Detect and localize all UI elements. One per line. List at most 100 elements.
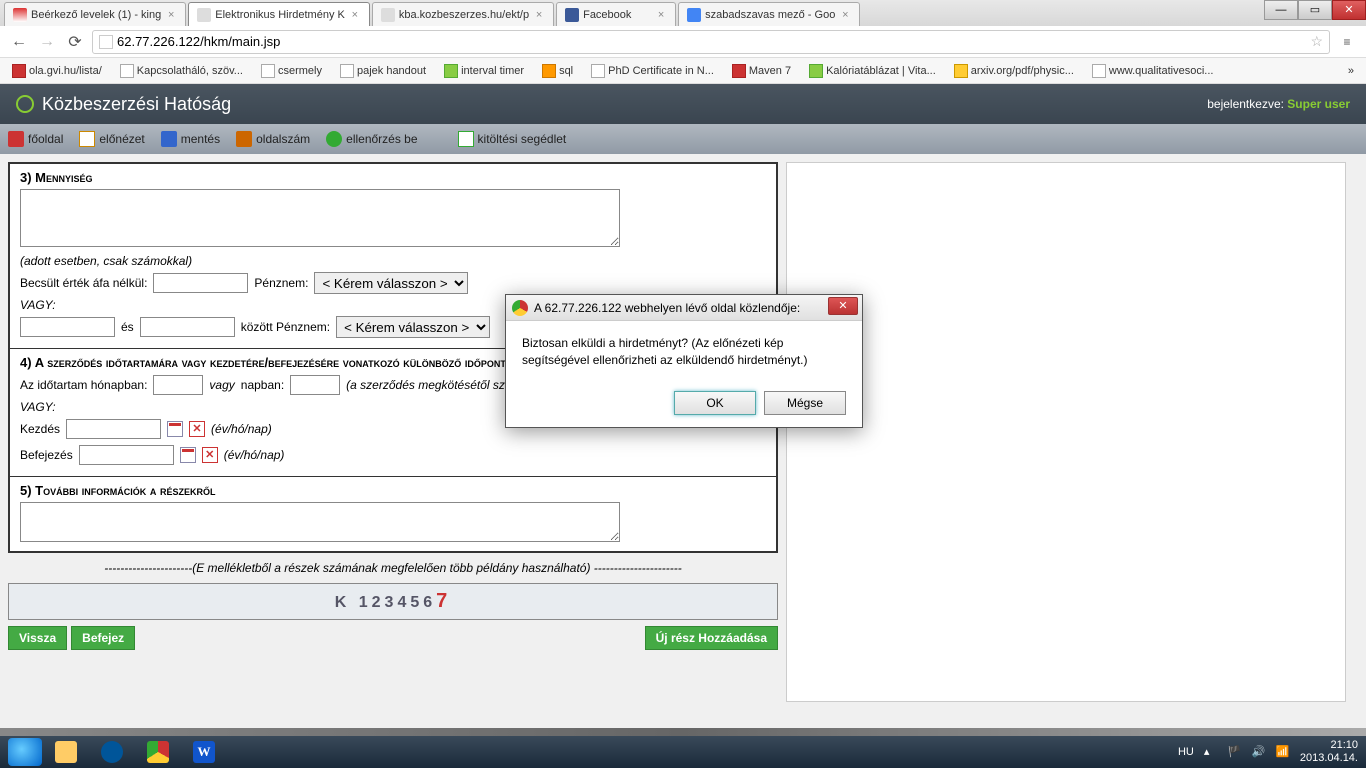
task-word[interactable]: W [182, 738, 226, 766]
bookmark-overflow[interactable]: » [1344, 63, 1358, 79]
bookmark-maven[interactable]: Maven 7 [728, 62, 795, 80]
range-from-input[interactable] [20, 317, 115, 337]
taskbar: W HU ▴ 🏴 🔊 📶 21:10 2013.04.14. [0, 736, 1366, 768]
est-value-input[interactable] [153, 273, 248, 293]
calendar-icon[interactable] [167, 421, 183, 437]
nav-bar: ← → ⟳ ☆ ≡ [0, 26, 1366, 58]
login-label: bejelentkezve: [1207, 97, 1284, 111]
pager-6[interactable]: 6 [423, 594, 436, 611]
footer-note-text: (E mellékletből a részek számának megfel… [192, 561, 590, 575]
bookmark-icon [261, 64, 275, 78]
tab-hirdetmeny[interactable]: Elektronikus Hirdetmény K × [188, 2, 370, 26]
bookmark-interval[interactable]: interval timer [440, 62, 528, 80]
tab-label: kba.kozbeszerzes.hu/ekt/p [399, 9, 529, 21]
tab-google[interactable]: szabadszavas mező - Goo× [678, 2, 860, 26]
back-button[interactable]: ← [8, 31, 30, 53]
app-toolbar: főoldal előnézet mentés oldalszám ellenő… [0, 124, 1366, 154]
menu-icon[interactable]: ≡ [1336, 31, 1358, 53]
task-chrome[interactable] [136, 738, 180, 766]
bookmark-qualitative[interactable]: www.qualitativesoci... [1088, 62, 1218, 80]
bookmark-phd[interactable]: PhD Certificate in N... [587, 62, 718, 80]
end-date-input[interactable] [79, 445, 174, 465]
pager-5[interactable]: 5 [410, 594, 423, 611]
bittorrent-icon [101, 741, 123, 763]
close-icon[interactable]: × [165, 9, 177, 21]
volume-icon[interactable]: 🔊 [1252, 745, 1266, 759]
maximize-button[interactable]: ▭ [1298, 0, 1332, 20]
toolbar-page[interactable]: oldalszám [236, 131, 310, 147]
explorer-icon [55, 741, 77, 763]
pager-4[interactable]: 4 [397, 594, 410, 611]
range-to-input[interactable] [140, 317, 235, 337]
bookmark-csermely[interactable]: csermely [257, 62, 326, 80]
close-window-button[interactable]: ✕ [1332, 0, 1366, 20]
tray-chevron-icon[interactable]: ▴ [1204, 745, 1218, 759]
bookmark-label: interval timer [461, 65, 524, 77]
bookmark-pajek[interactable]: pajek handout [336, 62, 430, 80]
toolbar-preview[interactable]: előnézet [79, 131, 144, 147]
quantity-textarea[interactable] [20, 189, 620, 247]
dialog-titlebar: A 62.77.226.122 webhelyen lévő oldal köz… [506, 295, 862, 321]
pager-3[interactable]: 3 [385, 594, 398, 611]
close-icon[interactable]: × [533, 9, 545, 21]
start-button[interactable] [8, 738, 42, 766]
bookmark-kapcsolathalo[interactable]: Kapcsolatháló, szöv... [116, 62, 247, 80]
toolbar-check[interactable]: ellenőrzés be [326, 131, 417, 147]
bookmark-ola[interactable]: ola.gvi.hu/lista/ [8, 62, 106, 80]
task-explorer[interactable] [44, 738, 88, 766]
bookmark-sql[interactable]: sql [538, 62, 577, 80]
url-input[interactable] [117, 34, 1306, 49]
bookmark-arxiv[interactable]: arxiv.org/pdf/physic... [950, 62, 1078, 80]
toolbar-save[interactable]: mentés [161, 131, 220, 147]
duration-months-input[interactable] [153, 375, 203, 395]
pager-1[interactable]: 1 [359, 594, 372, 611]
bookmark-label: pajek handout [357, 65, 426, 77]
pager-k[interactable]: K [335, 594, 351, 611]
toolbar-home[interactable]: főoldal [8, 131, 63, 147]
start-date-input[interactable] [66, 419, 161, 439]
add-part-button[interactable]: Új rész Hozzáadása [645, 626, 778, 650]
bookmark-kaloria[interactable]: Kalóriatáblázat | Vita... [805, 62, 940, 80]
tab-facebook[interactable]: Facebook× [556, 2, 676, 26]
dialog-close-button[interactable]: ✕ [828, 297, 858, 315]
cancel-button[interactable]: Mégse [764, 391, 846, 415]
pager-2[interactable]: 2 [372, 594, 385, 611]
currency-select-2[interactable]: < Kérem válasszon > [336, 316, 490, 338]
calendar-icon[interactable] [180, 447, 196, 463]
language-indicator[interactable]: HU [1178, 746, 1194, 758]
duration-days-input[interactable] [290, 375, 340, 395]
action-center-icon[interactable]: 🏴 [1228, 745, 1242, 759]
close-icon[interactable]: × [349, 9, 361, 21]
tab-kba[interactable]: kba.kozbeszerzes.hu/ekt/p × [372, 2, 554, 26]
address-bar[interactable]: ☆ [92, 30, 1330, 54]
pager-current[interactable]: 7 [436, 590, 451, 612]
minimize-button[interactable]: — [1264, 0, 1298, 20]
back-button[interactable]: Vissza [8, 626, 67, 650]
close-icon[interactable]: × [655, 9, 667, 21]
currency-label: Pénznem: [254, 276, 308, 290]
bookmark-label: Kalóriatáblázat | Vita... [826, 65, 936, 77]
hint-text: (adott esetben, csak számokkal) [20, 254, 766, 268]
wifi-icon[interactable]: 📶 [1276, 745, 1290, 759]
close-icon[interactable]: × [839, 9, 851, 21]
bookmark-star-icon[interactable]: ☆ [1310, 33, 1323, 50]
toolbar-help[interactable]: kitöltési segédlet [458, 131, 567, 147]
forward-button[interactable]: → [36, 31, 58, 53]
finish-button[interactable]: Befejez [71, 626, 135, 650]
section-title: 3) Mennyiség [20, 170, 766, 185]
toolbar-label: ellenőrzés be [346, 132, 417, 146]
clock[interactable]: 21:10 2013.04.14. [1300, 739, 1358, 765]
check-icon [326, 131, 342, 147]
page-favicon [197, 8, 211, 22]
task-bittorrent[interactable] [90, 738, 134, 766]
currency-select[interactable]: < Kérem válasszon > [314, 272, 468, 294]
reload-button[interactable]: ⟳ [64, 31, 86, 53]
tab-gmail[interactable]: Beérkező levelek (1) - king× [4, 2, 186, 26]
info-textarea[interactable] [20, 502, 620, 542]
pager: K 1234567 [8, 583, 778, 620]
tab-label: Elektronikus Hirdetmény K [215, 9, 345, 21]
ok-button[interactable]: OK [674, 391, 756, 415]
clear-icon[interactable]: ✕ [202, 447, 218, 463]
or-label: vagy [209, 378, 234, 392]
clear-icon[interactable]: ✕ [189, 421, 205, 437]
